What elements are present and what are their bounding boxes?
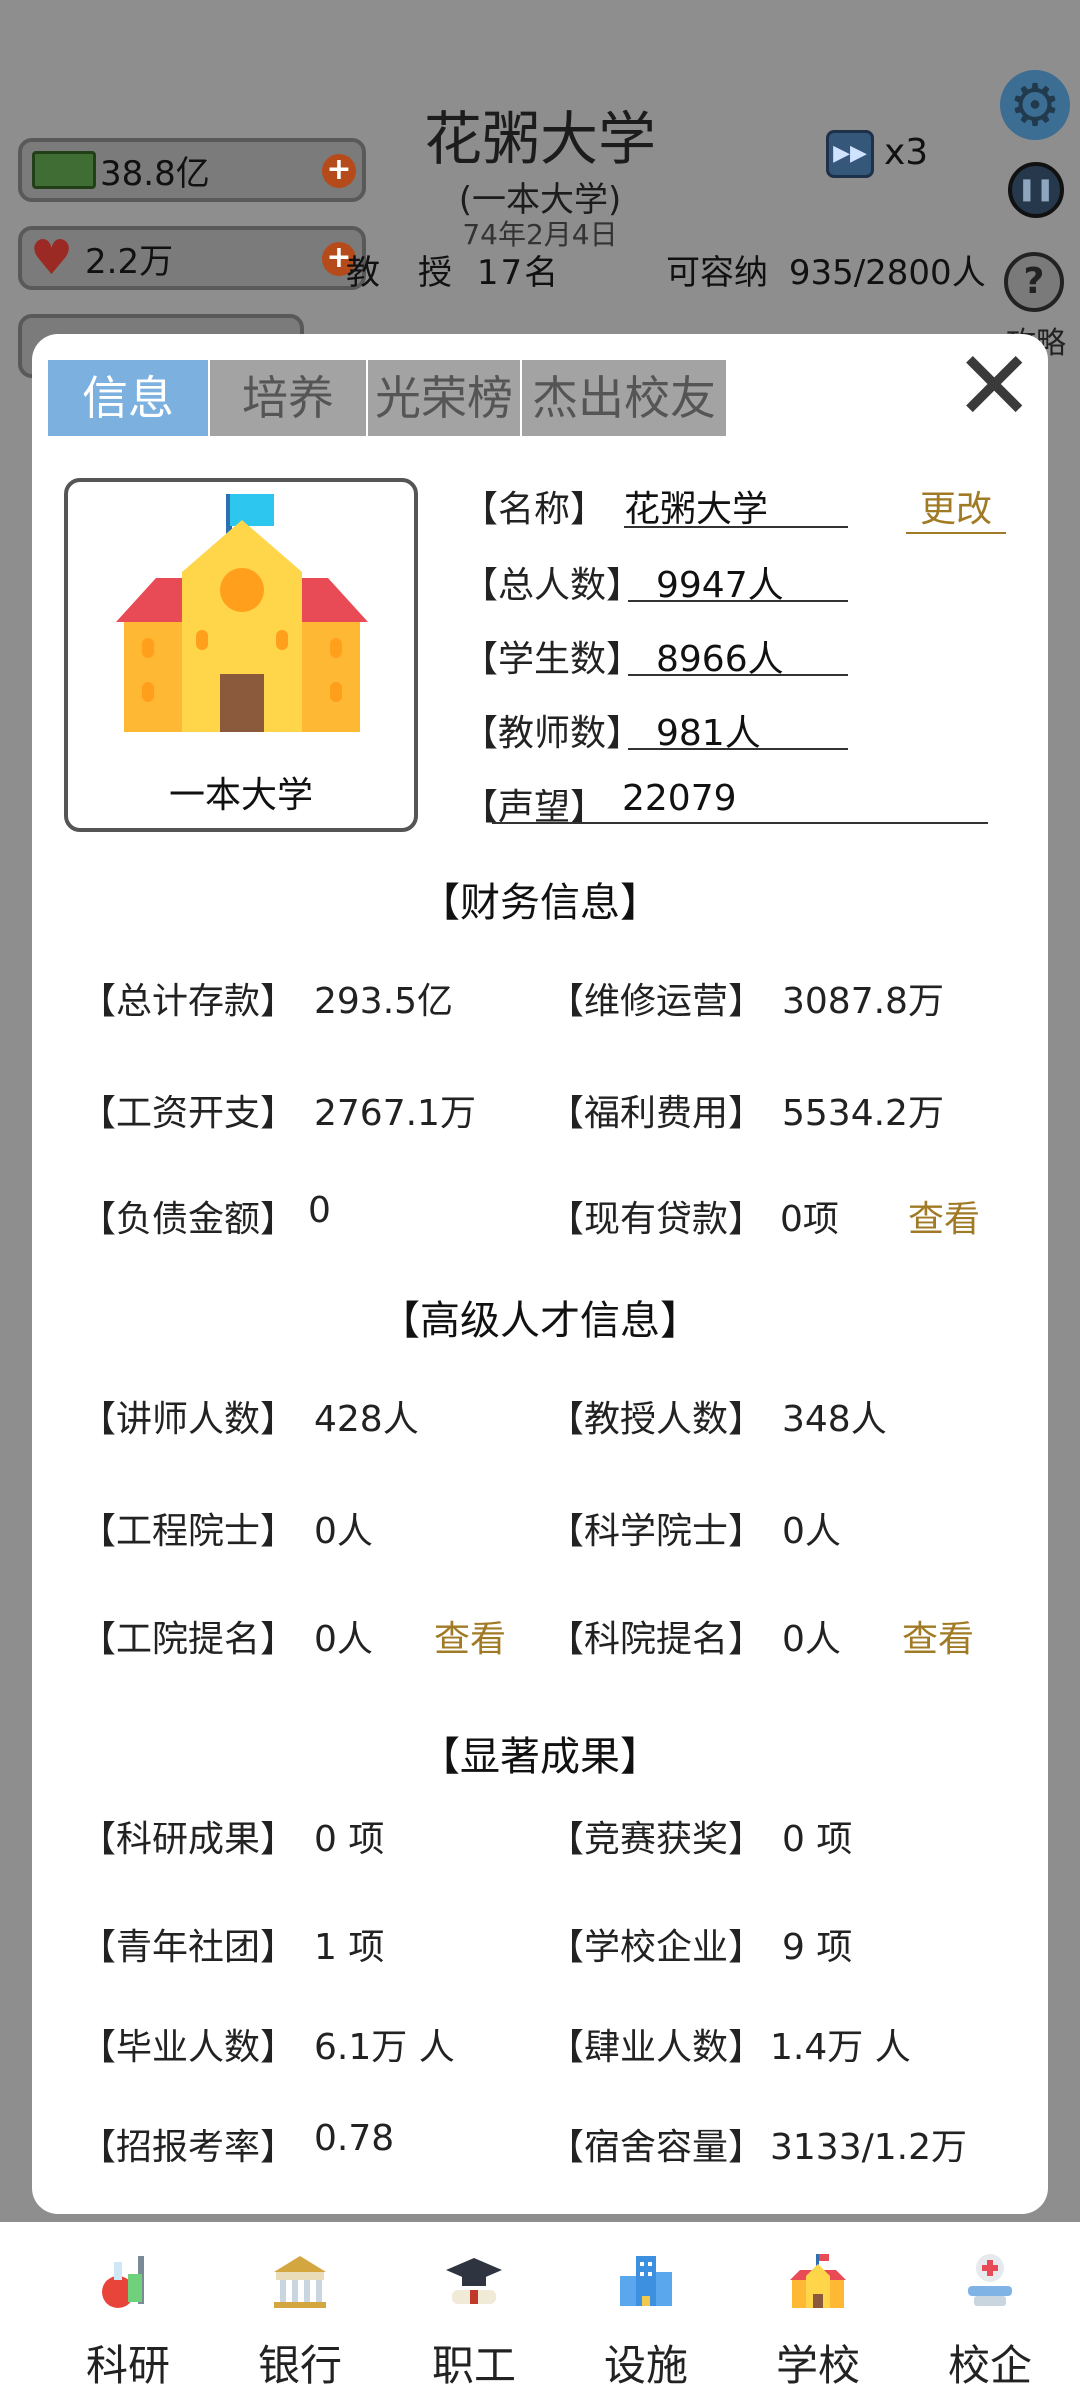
- finance-label: 【工资开支】: [80, 1093, 297, 1134]
- finance-label: 【维修运营】: [548, 981, 765, 1022]
- finance-value: 0: [308, 1190, 331, 1231]
- achievement-label: 【学校企业】: [548, 1927, 765, 1968]
- achievement-value: 0.78: [314, 2118, 395, 2159]
- students-label: 【学生数】: [462, 639, 643, 680]
- achievement-value: 0 项: [314, 1819, 385, 1860]
- bottom-navigation: 科研 银行 职工 设施 学校 校企: [0, 2222, 1080, 2400]
- talent-label: 【科院提名】: [548, 1619, 765, 1660]
- achievement-value: 9 项: [782, 1927, 853, 1968]
- talent-value: 0人: [314, 1511, 373, 1552]
- achievement-label: 【宿舍容量】: [548, 2127, 765, 2168]
- achievement-label: 【竞赛获奖】: [548, 1819, 765, 1860]
- finance-label: 【福利费用】: [548, 1093, 765, 1134]
- tab-alumni[interactable]: 杰出校友: [522, 360, 726, 436]
- bank-icon: [274, 2256, 326, 2308]
- nav-research[interactable]: 科研: [38, 2222, 218, 2400]
- finance-value: 0项: [780, 1199, 839, 1240]
- school-name-value: 花粥大学: [624, 480, 848, 530]
- tab-honor-roll[interactable]: 光荣榜: [368, 360, 520, 436]
- school-tier-label: 一本大学: [168, 775, 313, 816]
- achievement-value: 0 项: [782, 1819, 853, 1860]
- nav-bank[interactable]: 银行: [210, 2222, 390, 2400]
- teachers-label: 【教师数】: [462, 713, 643, 754]
- nav-enterprise-label: 校企: [947, 2341, 1032, 2390]
- nav-research-label: 科研: [85, 2341, 170, 2390]
- money-icon: [32, 151, 96, 189]
- medical-icon: [968, 2254, 1012, 2306]
- view-engineering-nominations-link[interactable]: 查看: [434, 1610, 506, 1662]
- finance-label: 【总计存款】: [80, 981, 297, 1022]
- tab-training[interactable]: 培养: [210, 360, 366, 436]
- add-money-icon[interactable]: +: [322, 154, 356, 188]
- money-value: 38.8亿: [100, 153, 210, 194]
- talent-value: 0人: [314, 1619, 373, 1660]
- achievement-label: 【青年社团】: [80, 1927, 297, 1968]
- school-icon: [790, 2254, 846, 2308]
- graduation-cap-icon: [446, 2258, 502, 2304]
- rename-button[interactable]: 更改: [906, 480, 1007, 534]
- money-counter[interactable]: 38.8亿 +: [18, 138, 366, 202]
- talent-label: 【科学院士】: [548, 1511, 765, 1552]
- tab-info[interactable]: 信息: [48, 360, 208, 436]
- total-people-label: 【总人数】: [462, 565, 643, 606]
- nav-facilities-label: 设施: [603, 2341, 688, 2390]
- lab-flask-icon: [102, 2256, 144, 2308]
- professors-summary: 教 授 17名: [346, 253, 561, 293]
- talent-label: 【教授人数】: [548, 1399, 765, 1440]
- talent-label: 【工程院士】: [80, 1511, 297, 1552]
- achievements-section-title: 【显著成果】: [420, 1734, 660, 1780]
- finance-label: 【现有贷款】: [548, 1199, 765, 1240]
- finance-section-title: 【财务信息】: [420, 880, 660, 926]
- nav-bank-label: 银行: [257, 2341, 342, 2390]
- achievement-label: 【毕业人数】: [80, 2027, 297, 2068]
- total-people-value: 9947人: [628, 556, 848, 606]
- gear-icon[interactable]: ⚙: [1000, 70, 1070, 140]
- fast-forward-icon[interactable]: ▶▶: [826, 130, 874, 178]
- prestige-value: 22079: [492, 778, 988, 824]
- heart-icon: ♥: [30, 230, 74, 286]
- talent-section-title: 【高级人才信息】: [380, 1298, 700, 1344]
- talent-value: 0人: [782, 1511, 841, 1552]
- close-icon[interactable]: ✕: [954, 338, 1034, 434]
- nav-enterprise[interactable]: 校企: [900, 2222, 1080, 2400]
- achievement-label: 【科研成果】: [80, 1819, 297, 1860]
- finance-value: 293.5亿: [314, 981, 454, 1022]
- talent-label: 【工院提名】: [80, 1619, 297, 1660]
- talent-value: 0人: [782, 1619, 841, 1660]
- speed-label[interactable]: x3: [884, 132, 928, 173]
- achievement-value: 1.4万 人: [770, 2027, 911, 2068]
- teachers-value: 981人: [628, 704, 848, 754]
- nav-school-label: 学校: [775, 2341, 860, 2390]
- buildings-icon: [620, 2256, 672, 2306]
- capacity-summary: 可容纳 935/2800人: [666, 253, 986, 293]
- nav-staff-label: 职工: [431, 2341, 516, 2390]
- finance-value: 3087.8万: [782, 981, 944, 1022]
- talent-value: 428人: [314, 1399, 419, 1440]
- nav-facilities[interactable]: 设施: [556, 2222, 736, 2400]
- nav-school[interactable]: 学校: [728, 2222, 908, 2400]
- pause-icon[interactable]: ❚❚: [1008, 162, 1064, 218]
- view-science-nominations-link[interactable]: 查看: [902, 1610, 974, 1662]
- finance-value: 2767.1万: [314, 1093, 476, 1134]
- achievement-label: 【肆业人数】: [548, 2027, 765, 2068]
- fans-counter[interactable]: ♥ 2.2万 +: [18, 226, 366, 290]
- fans-value: 2.2万: [85, 241, 174, 282]
- achievement-label: 【招报考率】: [80, 2127, 297, 2168]
- nav-staff[interactable]: 职工: [384, 2222, 564, 2400]
- name-label: 【名称】: [462, 489, 607, 530]
- achievement-value: 1 项: [314, 1927, 385, 1968]
- finance-label: 【负债金额】: [80, 1199, 297, 1240]
- view-loans-link[interactable]: 查看: [908, 1190, 980, 1242]
- finance-value: 5534.2万: [782, 1093, 944, 1134]
- school-building-icon: [116, 494, 368, 732]
- students-value: 8966人: [628, 630, 848, 680]
- talent-label: 【讲师人数】: [80, 1399, 297, 1440]
- achievement-value: 3133/1.2万: [770, 2127, 967, 2168]
- school-info-modal: 信息 培养 光荣榜 杰出校友 ✕ 一本大学 【名称】 花粥大学 更改 【总人数】…: [32, 334, 1048, 2214]
- help-icon[interactable]: ?: [1004, 252, 1064, 312]
- achievement-value: 6.1万 人: [314, 2027, 455, 2068]
- school-image-card: 一本大学: [64, 478, 418, 832]
- talent-value: 348人: [782, 1399, 887, 1440]
